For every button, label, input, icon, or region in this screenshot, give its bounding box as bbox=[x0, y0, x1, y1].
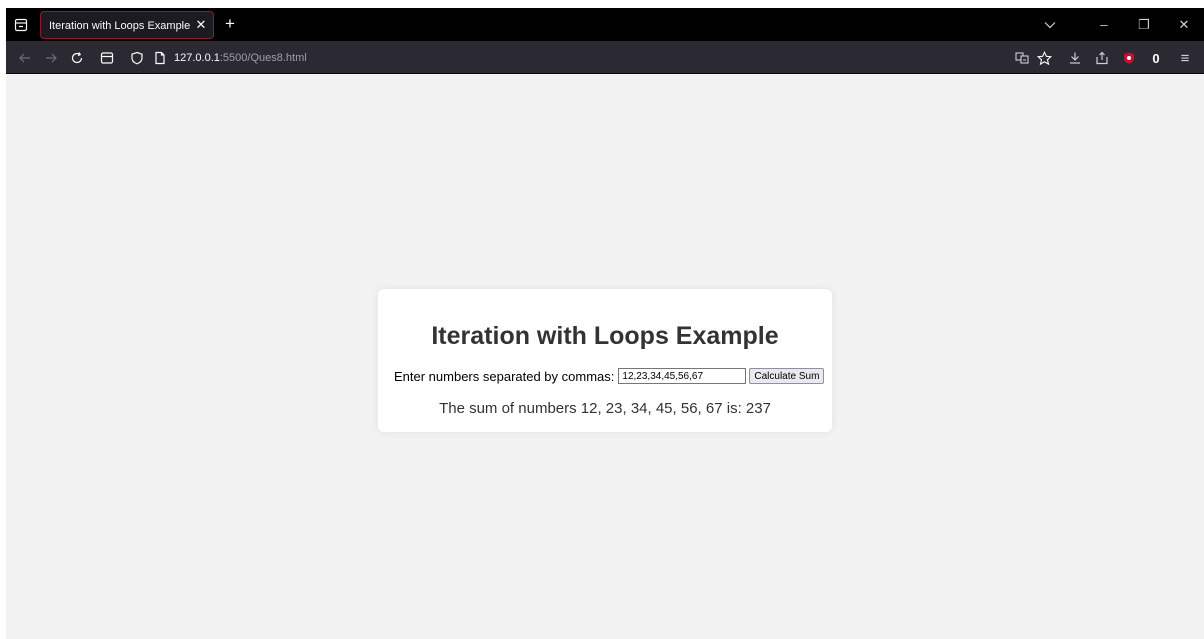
numbers-label: Enter numbers separated by commas: bbox=[394, 368, 615, 384]
reader-view-icon[interactable] bbox=[98, 49, 116, 67]
share-icon[interactable] bbox=[1093, 49, 1111, 67]
window-controls: – ❐ ✕ bbox=[1084, 8, 1204, 41]
account-badge[interactable]: 0 bbox=[1147, 49, 1165, 67]
tab-strip: Iteration with Loops Example ✕ + – ❐ ✕ bbox=[6, 8, 1204, 41]
input-row: Enter numbers separated by commas: Calcu… bbox=[394, 367, 825, 385]
minimize-button[interactable]: – bbox=[1084, 8, 1124, 41]
forward-icon[interactable] bbox=[42, 49, 60, 67]
tab-list-icon[interactable] bbox=[10, 14, 32, 36]
translate-icon[interactable] bbox=[1013, 49, 1031, 67]
star-icon[interactable] bbox=[1035, 49, 1053, 67]
sum-result: The sum of numbers 12, 23, 34, 45, 56, 6… bbox=[439, 400, 771, 417]
page-icon[interactable] bbox=[151, 49, 169, 67]
close-window-button[interactable]: ✕ bbox=[1164, 8, 1204, 41]
tab-title: Iteration with Loops Example bbox=[49, 20, 191, 32]
restore-button[interactable]: ❐ bbox=[1124, 8, 1164, 41]
url-host: 127.0.0.1 bbox=[174, 52, 220, 64]
chevron-down-icon[interactable] bbox=[1040, 16, 1060, 34]
tab-active[interactable]: Iteration with Loops Example ✕ bbox=[40, 11, 214, 39]
back-icon[interactable] bbox=[16, 49, 34, 67]
calculate-sum-button[interactable]: Calculate Sum bbox=[749, 368, 825, 384]
new-tab-button[interactable]: + bbox=[220, 14, 240, 34]
page-title: Iteration with Loops Example bbox=[431, 322, 779, 350]
tab-close-icon[interactable]: ✕ bbox=[193, 17, 209, 33]
ublock-icon[interactable] bbox=[1120, 49, 1138, 67]
shield-icon[interactable] bbox=[128, 49, 146, 67]
download-icon[interactable] bbox=[1066, 49, 1084, 67]
url-bar[interactable]: 127.0.0.1:5500/Ques8.html bbox=[174, 52, 307, 64]
reload-icon[interactable] bbox=[68, 49, 86, 67]
navigation-bar: 127.0.0.1:5500/Ques8.html 0 ≡ bbox=[6, 41, 1204, 74]
url-path: :5500/Ques8.html bbox=[219, 52, 307, 64]
menu-icon[interactable]: ≡ bbox=[1176, 49, 1194, 67]
numbers-input[interactable] bbox=[618, 368, 747, 384]
content-card: Iteration with Loops Example Enter numbe… bbox=[378, 289, 832, 432]
browser-window: Iteration with Loops Example ✕ + – ❐ ✕ 1… bbox=[6, 8, 1204, 639]
